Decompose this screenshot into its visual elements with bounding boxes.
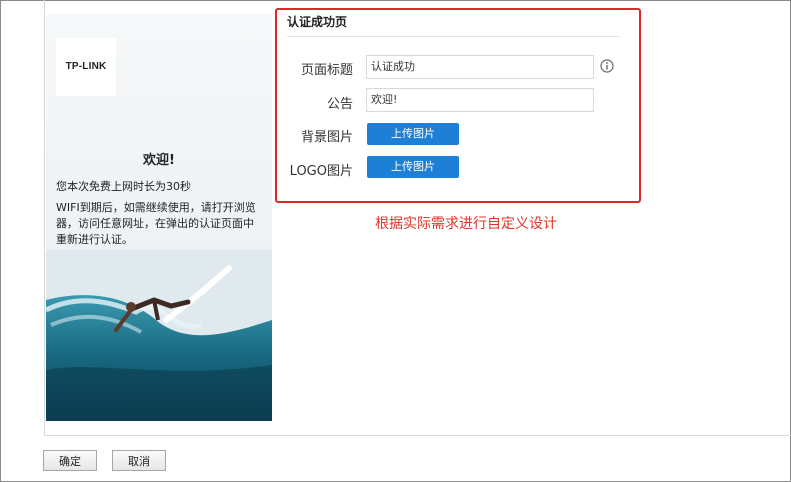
confirm-button[interactable]: 确定: [43, 450, 97, 471]
logo-text: TP-LINK: [65, 61, 107, 72]
background-image-label: 背景图片: [300, 130, 353, 145]
logo-image-label: LOGO图片: [289, 164, 353, 179]
preview-welcome: 欢迎!: [143, 153, 175, 168]
upload-logo-button[interactable]: 上传图片: [367, 156, 459, 178]
portal-preview: TP-LINK 欢迎! 您本次免费上网时长为30秒 WIFI到期后，如需继续使用…: [46, 14, 272, 421]
preview-logo: TP-LINK: [56, 38, 116, 96]
panel-title: 认证成功页: [287, 15, 348, 29]
surfer-image: [46, 250, 272, 421]
info-icon[interactable]: [600, 59, 614, 73]
cancel-button[interactable]: 取消: [112, 450, 166, 471]
customization-caption: 根据实际需求进行自定义设计: [375, 216, 557, 232]
page-title-input[interactable]: 认证成功: [366, 55, 594, 79]
left-divider: [44, 0, 45, 435]
announcement-input[interactable]: 欢迎!: [366, 88, 594, 112]
panel-title-divider: [287, 36, 620, 37]
preview-reauth-notice: WIFI到期后，如需继续使用，请打开浏览器，访问任意网址，在弹出的认证页面中重新…: [56, 201, 256, 246]
page-title-label: 页面标题: [300, 63, 353, 78]
footer-divider: [44, 435, 791, 436]
upload-background-button[interactable]: 上传图片: [367, 123, 459, 145]
preview-time-notice: 您本次免费上网时长为30秒: [56, 180, 191, 193]
announcement-label: 公告: [326, 97, 353, 112]
